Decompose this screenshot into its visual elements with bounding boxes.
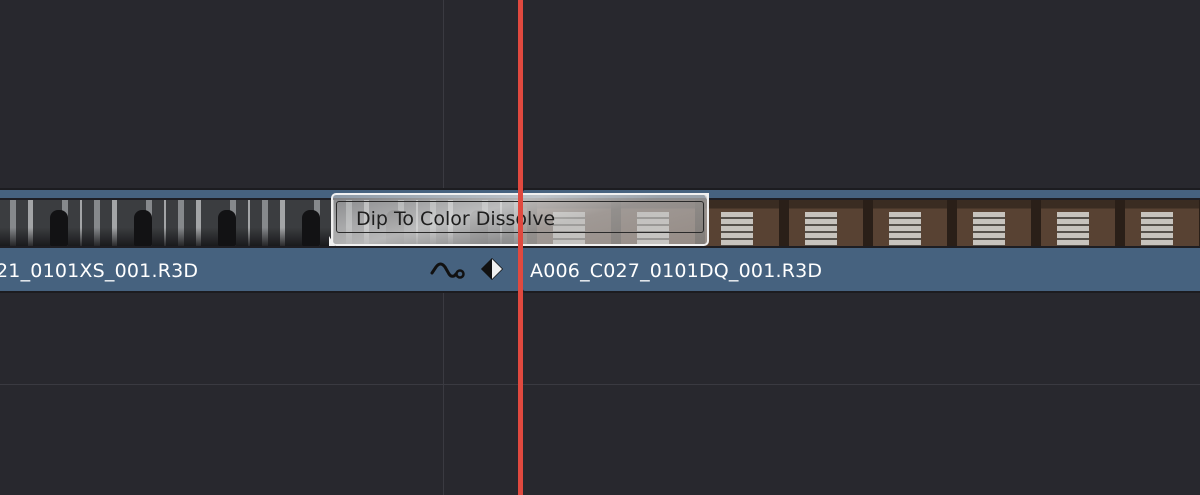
keyframe-diamond-icon[interactable]: [480, 257, 504, 281]
clip-thumbnail: [1027, 200, 1111, 246]
clip-thumbnail: [859, 200, 943, 246]
clip-thumbnail: [775, 200, 859, 246]
clip-name: 21_0101XS_001.R3D: [0, 260, 199, 282]
timeline-area[interactable]: 21_0101XS_001.R3D A006_C027_0101DQ_001.R…: [0, 0, 1200, 495]
clip-name: A006_C027_0101DQ_001.R3D: [530, 260, 823, 282]
curve-icon[interactable]: [430, 255, 466, 285]
clip-thumbnail: [1195, 200, 1200, 246]
clip-thumbnail: [1111, 200, 1195, 246]
track-divider: [0, 384, 1200, 385]
video-track-empty-area-lower[interactable]: [0, 302, 1200, 495]
clip-thumbnail: [82, 200, 166, 246]
clip-thumbnail: [250, 200, 334, 246]
playhead[interactable]: [518, 0, 523, 495]
clip-thumbnail: [166, 200, 250, 246]
video-track-empty-area[interactable]: [0, 0, 1200, 188]
transition-label: Dip To Color Dissolve: [356, 208, 556, 230]
clip-thumbnail: [943, 200, 1027, 246]
clip-thumbnail: [0, 200, 82, 246]
